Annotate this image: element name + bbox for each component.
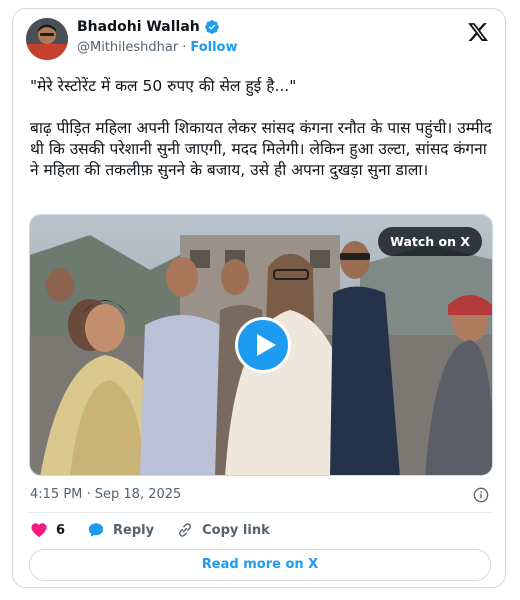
- info-icon[interactable]: [473, 487, 489, 503]
- author-handle-row: @Mithileshdhar · Follow: [77, 40, 237, 55]
- like-button[interactable]: 6: [30, 521, 65, 539]
- author-display-name[interactable]: Bhadohi Wallah: [77, 19, 200, 35]
- x-logo-icon[interactable]: [467, 21, 489, 43]
- reply-button[interactable]: Reply: [87, 521, 154, 539]
- heart-icon: [31, 523, 47, 538]
- like-count: 6: [56, 522, 66, 538]
- tweet-body: बाढ़ पीड़ित महिला अपनी शिकायत लेकर सांसद…: [30, 119, 492, 179]
- verified-badge-icon: [204, 20, 219, 34]
- reply-bubble-icon: [88, 523, 104, 537]
- play-icon: [257, 334, 276, 356]
- reply-label: Reply: [113, 522, 155, 538]
- read-more-button[interactable]: Read more on X: [29, 549, 491, 581]
- tweet-card: Bhadohi Wallah @Mithileshdhar · Follow "…: [12, 8, 506, 588]
- author-name-row: Bhadohi Wallah: [77, 19, 220, 35]
- copy-link-label: Copy link: [202, 522, 270, 538]
- avatar[interactable]: [26, 18, 68, 60]
- video-thumbnail[interactable]: Watch on X: [29, 214, 493, 476]
- author-handle[interactable]: @Mithileshdhar: [77, 40, 178, 55]
- divider: [29, 512, 491, 513]
- tweet-actions: 6 Reply Copy link: [30, 521, 292, 539]
- tweet-quote-line: "मेरे रेस्टोरेंट में कल 50 रुपए की सेल ह…: [30, 77, 297, 95]
- watch-on-x-button[interactable]: Watch on X: [378, 227, 482, 256]
- link-icon: [179, 523, 192, 537]
- copy-link-button[interactable]: Copy link: [176, 521, 270, 539]
- tweet-timestamp[interactable]: 4:15 PM · Sep 18, 2025: [30, 487, 181, 502]
- play-button[interactable]: [235, 317, 291, 373]
- separator-dot: ·: [182, 40, 187, 55]
- tweet-text: "मेरे रेस्टोरेंट में कल 50 रुपए की सेल ह…: [30, 76, 494, 181]
- follow-button[interactable]: Follow: [190, 40, 237, 55]
